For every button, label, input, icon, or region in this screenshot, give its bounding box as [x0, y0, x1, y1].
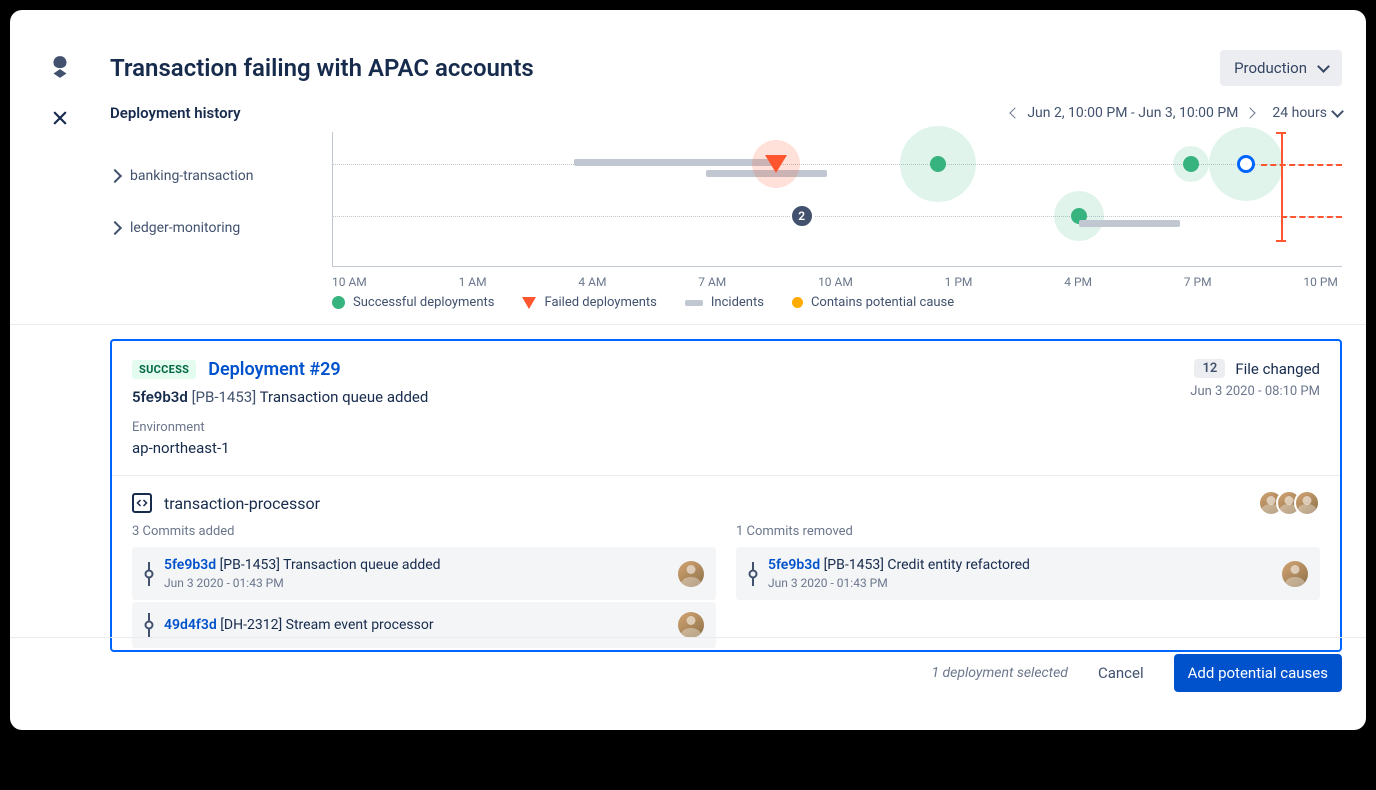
commit-icon — [144, 562, 154, 586]
chevron-down-icon — [1331, 105, 1344, 118]
date-range[interactable]: Jun 2, 10:00 PM - Jun 3, 10:00 PM — [1011, 105, 1254, 121]
commit-msg: Credit entity refactored — [887, 557, 1030, 573]
timeline-plot[interactable]: 2 10 AM1 AM 4 AM7 AM 10 AM1 PM 4 PM7 PM … — [332, 132, 1342, 287]
app-window: Transaction failing with APAC accounts P… — [10, 10, 1366, 730]
status-badge: SUCCESS — [132, 360, 196, 379]
service-row-banking[interactable]: banking-transaction — [110, 150, 332, 202]
success-deployment-marker[interactable] — [930, 156, 946, 172]
legend-label: Successful deployments — [353, 295, 494, 310]
commit-msg: Stream event processor — [286, 617, 434, 633]
file-count-badge: 12 — [1194, 359, 1225, 378]
date-controls: Jun 2, 10:00 PM - Jun 3, 10:00 PM 24 hou… — [1011, 105, 1342, 121]
chart-legend: Successful deployments Failed deployment… — [110, 287, 1342, 324]
avatar[interactable] — [678, 612, 704, 638]
environment-select[interactable]: Production — [1220, 50, 1342, 86]
commits-removed-title: 1 Commits removed — [736, 524, 1320, 539]
chevron-right-icon — [108, 169, 122, 183]
commit-icon — [748, 562, 758, 586]
commit-issue: [PB-1453] — [220, 557, 280, 573]
deployment-card: SUCCESS Deployment #29 5fe9b3d [PB-1453]… — [110, 339, 1342, 652]
cause-icon — [792, 297, 803, 308]
legend-label: Incidents — [711, 295, 764, 310]
deployment-cluster-badge[interactable]: 2 — [790, 204, 814, 228]
commit-date: Jun 3 2020 - 01:43 PM — [164, 576, 668, 590]
main-content: Transaction failing with APAC accounts P… — [110, 10, 1366, 730]
failed-deployment-marker[interactable] — [765, 155, 787, 173]
footer-actions: 1 deployment selected Cancel Add potenti… — [110, 636, 1342, 692]
commit-message: Transaction queue added — [260, 388, 429, 406]
environment-label: Production — [1234, 59, 1307, 77]
file-changed-label: File changed — [1235, 360, 1320, 378]
deployment-link[interactable]: Deployment #29 — [208, 359, 340, 380]
page-title: Transaction failing with APAC accounts — [110, 54, 534, 82]
commit-hash[interactable]: 5fe9b3d — [768, 557, 820, 573]
time-window-select[interactable]: 24 hours — [1272, 105, 1342, 121]
sidebar — [10, 10, 110, 730]
selection-count: 1 deployment selected — [931, 665, 1068, 681]
avatar[interactable] — [1282, 561, 1308, 587]
commit-icon — [144, 613, 154, 637]
incident-icon — [685, 300, 703, 306]
close-icon[interactable] — [50, 108, 70, 128]
time-window-label: 24 hours — [1272, 105, 1327, 121]
service-name: banking-transaction — [130, 168, 253, 184]
deployment-timeline-chart: banking-transaction ledger-monitoring — [110, 132, 1342, 287]
commit-issue: [DH-2312] — [220, 617, 282, 633]
issue-key: [PB-1453] — [192, 388, 257, 406]
deployment-timestamp: Jun 3 2020 - 08:10 PM — [1190, 384, 1320, 399]
commit-msg: Transaction queue added — [283, 557, 440, 573]
service-row-ledger[interactable]: ledger-monitoring — [110, 202, 332, 254]
success-icon — [332, 296, 345, 309]
success-deployment-marker[interactable] — [1183, 156, 1199, 172]
commit-hash: 5fe9b3d — [132, 388, 188, 406]
chevron-right-icon — [108, 221, 122, 235]
x-axis-labels: 10 AM1 AM 4 AM7 AM 10 AM1 PM 4 PM7 PM 10… — [332, 275, 1342, 289]
date-range-text: Jun 2, 10:00 PM - Jun 3, 10:00 PM — [1027, 105, 1238, 121]
avatar[interactable] — [678, 561, 704, 587]
chevron-down-icon — [1317, 60, 1330, 73]
chevron-left-icon[interactable] — [1010, 107, 1021, 118]
environment-value: ap-northeast-1 — [132, 439, 428, 457]
commit-hash[interactable]: 5fe9b3d — [164, 557, 216, 573]
legend-label: Contains potential cause — [811, 295, 954, 310]
section-title: Deployment history — [110, 104, 241, 122]
failed-icon — [522, 297, 536, 309]
commit-item[interactable]: 5fe9b3d [PB-1453] Credit entity refactor… — [736, 547, 1320, 600]
commits-added-title: 3 Commits added — [132, 524, 716, 539]
commit-hash[interactable]: 49d4f3d — [164, 617, 217, 633]
commit-date: Jun 3 2020 - 01:43 PM — [768, 576, 1272, 590]
app-logo-icon — [47, 54, 73, 80]
legend-label: Failed deployments — [544, 295, 656, 310]
code-icon — [132, 493, 152, 513]
avatar[interactable] — [1294, 490, 1320, 516]
processor-name: transaction-processor — [164, 494, 320, 513]
service-name: ledger-monitoring — [130, 220, 240, 236]
avatar-group[interactable] — [1266, 490, 1320, 516]
selected-deployment-marker[interactable] — [1237, 155, 1255, 173]
commit-issue: [PB-1453] — [824, 557, 884, 573]
environment-label: Environment — [132, 420, 428, 435]
commit-item[interactable]: 5fe9b3d [PB-1453] Transaction queue adde… — [132, 547, 716, 600]
chevron-right-icon[interactable] — [1245, 107, 1256, 118]
add-potential-causes-button[interactable]: Add potential causes — [1174, 654, 1342, 692]
cancel-button[interactable]: Cancel — [1088, 656, 1154, 690]
